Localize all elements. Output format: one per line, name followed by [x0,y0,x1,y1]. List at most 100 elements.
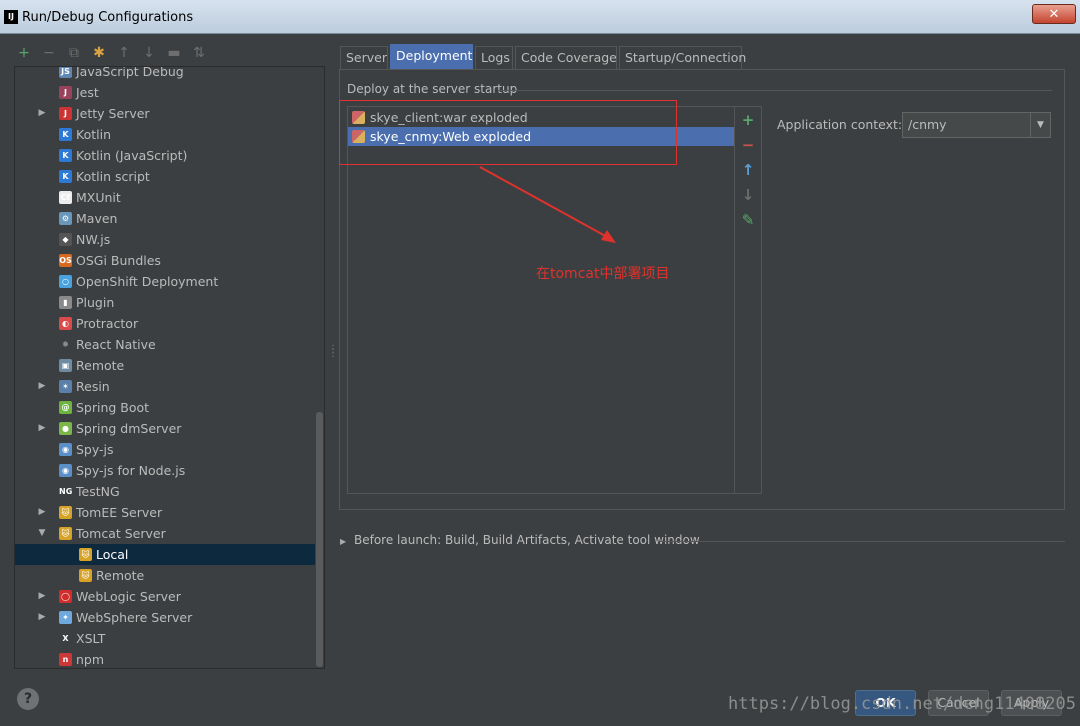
add-artifact-button[interactable]: + [739,111,757,129]
tree-item[interactable]: X XSLT [15,628,317,649]
tomcat-icon: 🐱 [59,527,72,540]
tree-item[interactable]: ▶ ✶ Resin [15,376,317,397]
javascript-debug-icon: JS [59,67,72,78]
window-title: Run/Debug Configurations [22,10,194,25]
application-context-value: /cnmy [908,117,947,132]
spring-dm-icon: ● [59,422,72,435]
edit-artifact-button[interactable]: ✎ [739,211,757,229]
annotation-highlight-box [339,100,677,165]
expand-arrow-icon[interactable]: ▶ [37,103,47,124]
tree-item-label: TestNG [76,484,120,499]
tree-item[interactable]: 🐱 Local [15,544,317,565]
spy-js-icon: ◉ [59,443,72,456]
tree-item[interactable]: ◆ NW.js [15,229,317,250]
tree-item[interactable]: n npm [15,649,317,668]
tree-item-label: MXUnit [76,190,121,205]
npm-icon: n [59,653,72,666]
application-context-label: Application context: [777,117,903,132]
tree-item[interactable]: @ Spring Boot [15,397,317,418]
add-icon[interactable]: + [14,42,34,64]
websphere-icon: ✦ [59,611,72,624]
tree-item-label: Jest [76,85,99,100]
tree-item[interactable]: K Kotlin [15,124,317,145]
tree-item[interactable]: ◐ Protractor [15,313,317,334]
close-button[interactable]: ✕ [1032,4,1076,24]
config-toolbar: + − ⧉ ✱ ↑ ↓ ▬ ⇅ [14,42,314,64]
tab-logs[interactable]: Logs [475,46,513,69]
before-launch-toggle[interactable]: ▶ Before launch: Build, Build Artifacts,… [340,533,700,547]
help-button[interactable]: ? [17,688,39,710]
copy-icon[interactable]: ⧉ [64,42,84,64]
expand-arrow-icon[interactable]: ▶ [37,607,47,628]
react-icon: ⚛ [59,338,72,351]
tree-item[interactable]: ▶ J Jetty Server [15,103,317,124]
osgi-icon: OS [59,254,72,267]
tree-scrollbar[interactable] [315,67,324,668]
protractor-icon: ◐ [59,317,72,330]
tree-item[interactable]: JS JavaScript Debug [15,67,317,82]
tree-item[interactable]: ▶ ✦ WebSphere Server [15,607,317,628]
spring-boot-icon: @ [59,401,72,414]
tree-item-label: Spy-js for Node.js [76,463,186,478]
tree-item[interactable]: ▮ Plugin [15,292,317,313]
tree-item[interactable]: ◉ Spy-js [15,439,317,460]
xslt-icon: X [59,632,72,645]
testng-icon: NG [59,485,73,498]
tree-item[interactable]: ○ OpenShift Deployment [15,271,317,292]
tree-item[interactable]: J Jest [15,82,317,103]
move-down-button[interactable]: ↓ [739,186,757,204]
kotlin-script-icon: K [59,170,72,183]
expand-arrow-icon[interactable]: ▶ [37,418,47,439]
tree-item[interactable]: K Kotlin script [15,166,317,187]
remove-artifact-button[interactable]: − [739,136,757,154]
tree-item-label: React Native [76,337,156,352]
tree-item[interactable]: 🐱 Remote [15,565,317,586]
tree-item[interactable]: K Kotlin (JavaScript) [15,145,317,166]
tree-item-label: OpenShift Deployment [76,274,219,289]
before-launch-label: Before launch: Build, Build Artifacts, A… [353,533,700,547]
tree-item[interactable]: ⚛ React Native [15,334,317,355]
expand-arrow-icon[interactable]: ▶ [37,502,47,523]
tab-deployment[interactable]: Deployment [390,44,473,69]
plugin-icon: ▮ [59,296,72,309]
remote-icon: ▣ [59,359,72,372]
tab-startup-connection[interactable]: Startup/Connection [619,46,746,69]
tree-item[interactable]: ▣ Remote [15,355,317,376]
collapse-arrow-icon[interactable]: ▼ [37,523,47,544]
application-context-combo[interactable]: /cnmy ▼ [902,112,1051,138]
tree-item[interactable]: Cf MXUnit [15,187,317,208]
chevron-down-icon[interactable]: ▼ [1030,113,1050,137]
tree-item-label: Protractor [76,316,139,331]
tree-item-label: Maven [76,211,118,226]
move-up-button[interactable]: ↑ [739,161,757,179]
tree-item[interactable]: ⚙ Maven [15,208,317,229]
tree-item[interactable]: ▼ 🐱 Tomcat Server [15,523,317,544]
tab-code-coverage[interactable]: Code Coverage [515,46,617,69]
folder-icon[interactable]: ▬ [164,42,184,64]
maven-icon: ⚙ [59,212,72,225]
before-launch-divider [660,541,1065,542]
splitter-handle[interactable]: ⋮ ⋮ [328,345,338,359]
move-up-icon[interactable]: ↑ [114,42,134,64]
tree-item[interactable]: OS OSGi Bundles [15,250,317,271]
remove-icon[interactable]: − [39,42,59,64]
tree-item[interactable]: NG TestNG [15,481,317,502]
tree-item[interactable]: ◉ Spy-js for Node.js [15,460,317,481]
tree-scrollbar-thumb[interactable] [316,412,323,667]
configuration-tree[interactable]: JS JavaScript Debug J Jest ▶ J Jetty Server K Ko… [14,66,325,669]
tree-item[interactable]: ▶ 🐱 TomEE Server [15,502,317,523]
expand-arrow-icon[interactable]: ▶ [37,376,47,397]
tree-item[interactable]: ▶ ● Spring dmServer [15,418,317,439]
tree-item-label: WebLogic Server [76,589,181,604]
tree-item[interactable]: ▶ ◯ WebLogic Server [15,586,317,607]
tree-item-label: Kotlin script [76,169,150,184]
wrench-icon[interactable]: ✱ [89,42,109,64]
move-down-icon[interactable]: ↓ [139,42,159,64]
nwjs-icon: ◆ [59,233,72,246]
tree-item-label: Plugin [76,295,115,310]
jest-icon: J [59,86,72,99]
sort-icon[interactable]: ⇅ [189,42,209,64]
tab-server[interactable]: Server [340,46,388,69]
expand-arrow-icon[interactable]: ▶ [37,586,47,607]
tomcat-local-icon: 🐱 [79,548,92,561]
